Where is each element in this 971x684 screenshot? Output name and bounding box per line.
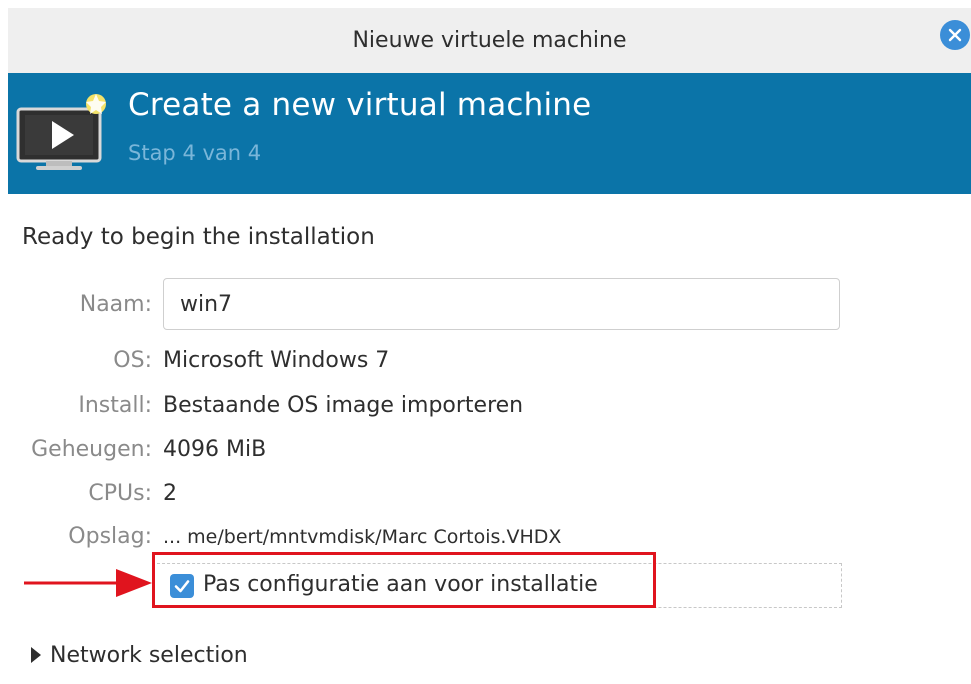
network-selection-label: Network selection: [50, 642, 248, 668]
cpus-value: 2: [163, 481, 177, 506]
os-label: OS:: [113, 348, 152, 373]
window-title: Nieuwe virtuele machine: [352, 28, 627, 53]
expander-triangle-icon: [31, 647, 41, 663]
new-vm-monitor-icon: [16, 94, 106, 170]
wizard-header: Create a new virtual machine Stap 4 van …: [8, 73, 971, 194]
wizard-title: Create a new virtual machine: [128, 87, 592, 123]
install-label: Install:: [78, 393, 152, 418]
wizard-step: Stap 4 van 4: [128, 141, 262, 165]
os-value: Microsoft Windows 7: [163, 348, 390, 373]
memory-label: Geheugen:: [31, 437, 152, 462]
summary-heading: Ready to begin the installation: [22, 224, 375, 250]
network-selection-expander[interactable]: Network selection: [30, 640, 248, 670]
storage-value: ... me/bert/mntvmdisk/Marc Cortois.VHDX: [163, 526, 562, 548]
storage-label: Opslag:: [68, 524, 152, 549]
close-icon: [948, 28, 962, 42]
window-titlebar: Nieuwe virtuele machine: [8, 8, 971, 73]
memory-value: 4096 MiB: [163, 437, 267, 462]
name-label: Naam:: [79, 292, 152, 317]
vm-name-input[interactable]: [163, 278, 840, 330]
close-button[interactable]: [940, 20, 970, 50]
install-value: Bestaande OS image importeren: [163, 393, 524, 418]
annotation-highlight-box: [152, 552, 656, 608]
annotation-arrow: [24, 569, 152, 597]
cpus-label: CPUs:: [88, 481, 152, 506]
